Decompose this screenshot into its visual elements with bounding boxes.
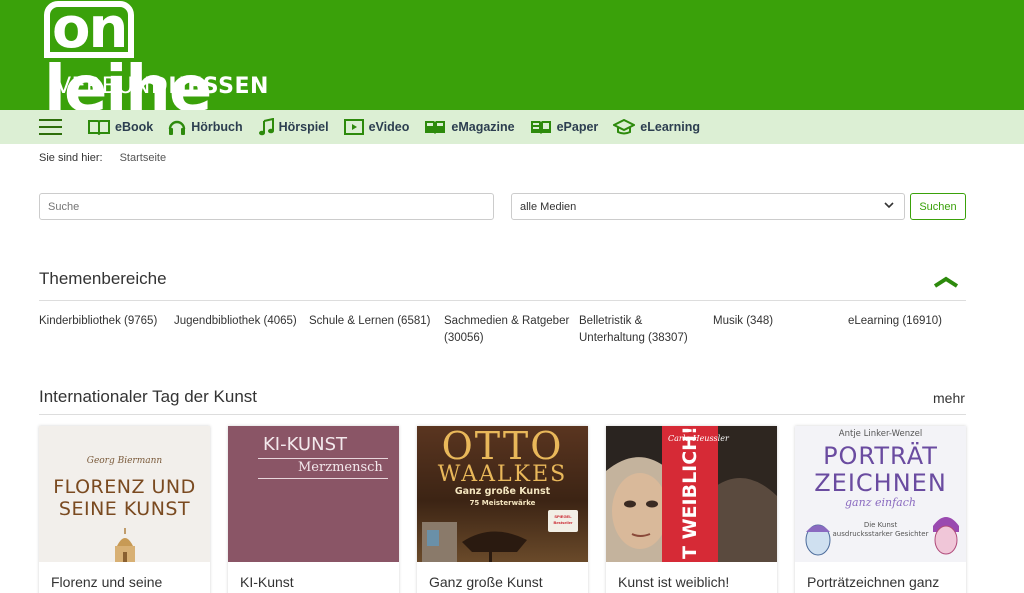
themes-heading: Themenbereiche — [39, 269, 167, 288]
feature-heading: Internationaler Tag der Kunst — [39, 387, 257, 406]
nav-item-epaper[interactable]: ePaper — [530, 119, 599, 135]
nav-label-elearning: eLearning — [640, 120, 701, 134]
themes-divider — [39, 300, 966, 301]
cover-author: Antje Linker-Wenzel — [838, 429, 923, 439]
media-card[interactable]: OTTO WAALKES Ganz große Kunst 75 Meister… — [417, 426, 588, 593]
play-icon — [343, 119, 364, 135]
nav-label-ebook: eBook — [115, 120, 154, 134]
nav-label-evideo: eVideo — [368, 120, 410, 134]
media-card[interactable]: KI-KUNST Merzmensch KI-Kunst — [228, 426, 399, 593]
cover-title: FLORENZ UND — [53, 476, 196, 498]
portrait-sketch-left — [805, 524, 831, 556]
newspaper-icon — [530, 121, 551, 134]
nav-item-elearning[interactable]: eLearning — [613, 118, 701, 136]
site-header: onleihe VERBUNDHESSEN — [0, 0, 1024, 122]
card-title: KI-Kunst — [240, 574, 294, 590]
menu-icon[interactable] — [39, 119, 62, 135]
cover-author: Merzmensch — [298, 460, 383, 475]
theme-link-belletristik[interactable]: Belletristik & Unterhaltung (38307) — [579, 313, 705, 347]
breadcrumb-prefix: Sie sind hier: — [39, 152, 103, 164]
nav-item-emagazine[interactable]: eMagazine — [424, 119, 515, 135]
book-cover: Georg Biermann FLORENZ UND SEINE KUNST — [39, 426, 210, 562]
cover-rule — [258, 458, 388, 459]
breadcrumb-home-link[interactable]: Startseite — [120, 152, 166, 164]
card-title: Kunst ist weiblich! — [618, 574, 730, 590]
breadcrumb: Sie sind hier: Startseite — [39, 152, 166, 164]
portrait-sketch-right — [933, 517, 959, 555]
cover-title: PORTRÄT — [823, 442, 938, 470]
cover-title: OTTO — [441, 426, 564, 468]
cover-subtitle: ganz einfach — [845, 496, 916, 509]
cover-title-line2: SEINE KUNST — [58, 498, 191, 520]
theme-link-musik[interactable]: Musik (348) — [713, 313, 839, 330]
theme-link-sachmedien[interactable]: Sachmedien & Ratgeber (30056) — [444, 313, 570, 347]
card-title: Ganz große Kunst — [429, 574, 543, 590]
cover-title-line2: WAALKES — [437, 462, 568, 487]
card-title: Florenz und seine — [51, 574, 163, 590]
logo-wordmark: onleihe — [44, 0, 212, 127]
book-cover: Carla Heussler T WEIBLICH! — [606, 426, 777, 562]
nav-item-hoerbuch[interactable]: Hörbuch — [168, 118, 243, 136]
cover-subtitle-line2: 75 Meisterwärke — [469, 499, 536, 507]
bestseller-badge: SPIEGEL Bestseller — [548, 510, 578, 532]
logo-subtitle: VERBUNDHESSEN — [56, 74, 269, 99]
nav-label-emagazine: eMagazine — [451, 120, 515, 134]
book-icon — [88, 120, 110, 135]
book-cover: OTTO WAALKES Ganz große Kunst 75 Meister… — [417, 426, 588, 562]
chevron-down-icon — [884, 202, 894, 209]
cover-subtitle: Ganz große Kunst — [454, 486, 551, 497]
search-input[interactable] — [39, 193, 494, 220]
media-card[interactable]: Antje Linker-Wenzel PORTRÄT ZEICHNEN gan… — [795, 426, 966, 593]
media-type-selected: alle Medien — [520, 200, 577, 213]
nav-label-epaper: ePaper — [556, 120, 599, 134]
media-type-select[interactable]: alle Medien — [511, 193, 905, 220]
nav-item-evideo[interactable]: eVideo — [343, 119, 410, 135]
cover-title: KI-KUNST — [263, 434, 347, 455]
book-cover: Antje Linker-Wenzel PORTRÄT ZEICHNEN gan… — [795, 426, 966, 562]
theme-link-jugendbibliothek[interactable]: Jugendbibliothek (4065) — [174, 313, 300, 330]
cover-title-line2: ZEICHNEN — [814, 469, 947, 497]
card-title: Porträtzeichnen ganz — [807, 574, 940, 590]
museum-illustration — [422, 522, 527, 562]
nav-label-hoerbuch: Hörbuch — [191, 120, 243, 134]
media-card[interactable]: Georg Biermann FLORENZ UND SEINE KUNST F… — [39, 426, 210, 593]
theme-link-schule-lernen[interactable]: Schule & Lernen (6581) — [309, 313, 439, 330]
graduation-cap-icon — [613, 118, 636, 134]
book-cover: KI-KUNST Merzmensch — [228, 426, 399, 562]
headphones-icon — [169, 120, 186, 135]
cathedral-illustration — [115, 528, 135, 562]
cover-rule — [258, 478, 388, 479]
search-button[interactable]: Suchen — [910, 193, 966, 220]
onleihe-logo[interactable]: onleihe VERBUNDHESSEN — [44, 0, 268, 122]
main-nav: eBook Hörbuch Hörspiel eVideo eMagazine … — [0, 110, 1024, 144]
nav-item-hoerspiel[interactable]: Hörspiel — [258, 118, 329, 136]
more-link[interactable]: mehr — [933, 390, 965, 406]
cover-title: T WEIBLICH! — [679, 426, 701, 559]
nav-label-hoerspiel: Hörspiel — [278, 120, 329, 134]
magazine-icon — [425, 121, 446, 134]
nav-item-ebook[interactable]: eBook — [88, 119, 153, 135]
cover-author: Georg Biermann — [86, 456, 163, 466]
feature-divider — [39, 414, 966, 415]
chevron-up-icon[interactable] — [933, 276, 959, 288]
media-card[interactable]: Carla Heussler T WEIBLICH! Kunst ist wei… — [606, 426, 777, 593]
music-note-icon — [258, 118, 274, 136]
theme-link-elearning[interactable]: eLearning (16910) — [848, 313, 974, 330]
theme-link-kinderbibliothek[interactable]: Kinderbibliothek (9765) — [39, 313, 165, 330]
